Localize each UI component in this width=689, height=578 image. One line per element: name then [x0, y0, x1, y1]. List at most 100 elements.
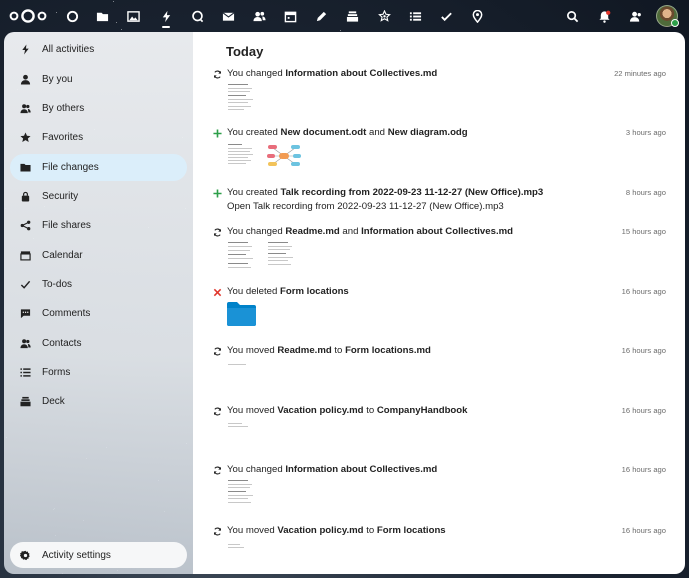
file-link[interactable]: Talk recording from 2022-09-23 11-12-27 … [281, 187, 544, 198]
sidebar-item-favorites[interactable]: Favorites [10, 124, 187, 151]
collectives-icon[interactable] [374, 6, 394, 26]
activity-subject: You moved Vacation policy.md to Form loc… [227, 525, 446, 536]
activity-time: 3 hours ago [625, 128, 666, 137]
sidebar-item-contacts[interactable]: Contacts [10, 330, 187, 357]
diagram-preview[interactable] [267, 140, 301, 172]
activity-text: You moved [227, 525, 278, 536]
file-link[interactable]: Information about Collectives.md [285, 68, 437, 79]
star-icon [19, 131, 32, 144]
activity-time: 16 hours ago [621, 346, 666, 355]
activity-subject: You created New document.odt and New dia… [227, 127, 468, 138]
activity-time: 15 hours ago [621, 227, 666, 236]
activity-text: You moved [227, 345, 278, 356]
add-icon [212, 188, 222, 198]
dashboard-icon[interactable] [62, 6, 82, 26]
contacts-icon [19, 337, 32, 350]
folder-link[interactable]: Form locations [377, 525, 446, 536]
sidebar-item-calendar[interactable]: Calendar [10, 242, 187, 269]
activity-text: You moved [227, 405, 278, 416]
sidebar-item-deck[interactable]: Deck [10, 388, 187, 415]
activity-time: 16 hours ago [621, 465, 666, 474]
pencil-icon[interactable] [311, 6, 331, 26]
activity-time: 22 minutes ago [614, 69, 666, 78]
sidebar-item-by-others[interactable]: By others [10, 95, 187, 122]
activity-subject: You created Talk recording from 2022-09-… [227, 187, 543, 198]
activity-time: 16 hours ago [621, 526, 666, 535]
file-link[interactable]: Form locations.md [345, 345, 431, 356]
image-icon[interactable] [123, 6, 143, 26]
activity-text: You changed [227, 464, 286, 475]
add-icon [212, 128, 222, 138]
search-icon[interactable] [562, 6, 582, 26]
check-icon [19, 278, 32, 291]
activity-subject: You changed Information about Collective… [227, 464, 437, 475]
list-icon [19, 366, 32, 379]
mail-icon[interactable] [218, 6, 238, 26]
nextcloud-logo-icon[interactable] [8, 8, 48, 24]
map-pin-icon[interactable] [467, 6, 487, 26]
file-preview[interactable] [227, 140, 255, 174]
sidebar-item-to-dos[interactable]: To-dos [10, 271, 187, 298]
deck-icon[interactable] [342, 6, 362, 26]
file-preview[interactable] [227, 358, 255, 392]
sidebar-item-by-you[interactable]: By you [10, 66, 187, 93]
contacts-icon[interactable] [249, 6, 269, 26]
file-link[interactable]: New diagram.odg [388, 127, 468, 138]
sidebar-item-label: Contacts [42, 338, 82, 349]
change-icon [212, 227, 222, 237]
sidebar-item-label: File changes [42, 162, 99, 173]
activity-text: and [366, 127, 388, 138]
file-link[interactable]: Information about Collectives.md [285, 464, 437, 475]
sidebar-item-forms[interactable]: Forms [10, 359, 187, 386]
sidebar-item-label: Comments [42, 308, 91, 319]
file-link[interactable]: Vacation policy.md [277, 405, 363, 416]
share-icon [19, 219, 32, 232]
deck-icon [19, 395, 32, 408]
activity-text: You changed [227, 226, 286, 237]
list-icon[interactable] [405, 6, 425, 26]
chat-bubble-icon[interactable] [187, 6, 207, 26]
sidebar-item-label: Calendar [42, 250, 83, 261]
activity-text: to [363, 405, 377, 416]
sidebar-item-file-changes[interactable]: File changes [10, 154, 187, 181]
gear-icon [19, 549, 32, 562]
activity-settings-button[interactable]: Activity settings [10, 542, 187, 568]
file-link[interactable]: Readme.md [277, 345, 331, 356]
file-preview[interactable] [227, 538, 255, 572]
change-icon [212, 406, 222, 416]
calendar-icon[interactable] [280, 6, 300, 26]
sidebar-item-file-shares[interactable]: File shares [10, 212, 187, 239]
contacts-menu-icon[interactable] [625, 6, 645, 26]
page-title: Today [226, 44, 264, 59]
activity-sidebar: All activities By you By others Favorite… [4, 32, 193, 574]
file-preview[interactable] [227, 239, 255, 273]
sidebar-item-all-activities[interactable]: All activities [10, 36, 187, 63]
folder-icon[interactable] [92, 6, 112, 26]
active-app-indicator [162, 26, 170, 28]
sidebar-item-security[interactable]: Security [10, 183, 187, 210]
lock-icon [19, 190, 32, 203]
folder-link[interactable]: Form locations [280, 286, 349, 297]
file-link[interactable]: Information about Collectives.md [361, 226, 513, 237]
file-link[interactable]: Vacation policy.md [277, 525, 363, 536]
sidebar-item-label: Favorites [42, 132, 84, 143]
check-icon[interactable] [436, 6, 456, 26]
folder-icon[interactable] [227, 302, 256, 326]
lightning-icon[interactable] [156, 6, 176, 26]
folder-link[interactable]: CompanyHandbook [377, 405, 468, 416]
comment-icon [19, 307, 32, 320]
activity-text: You deleted [227, 286, 280, 297]
file-link[interactable]: New document.odt [281, 127, 367, 138]
change-icon [212, 526, 222, 536]
file-preview[interactable] [227, 418, 255, 452]
file-preview[interactable] [267, 239, 295, 273]
file-preview[interactable] [227, 81, 255, 115]
sidebar-item-label: Forms [42, 367, 71, 378]
folder-icon [19, 161, 32, 174]
bell-icon[interactable] [594, 6, 614, 26]
sidebar-item-comments[interactable]: Comments [10, 300, 187, 327]
top-bar [0, 0, 689, 32]
activity-text: You created [227, 187, 281, 198]
file-link[interactable]: Readme.md [285, 226, 339, 237]
file-preview[interactable] [227, 477, 255, 511]
